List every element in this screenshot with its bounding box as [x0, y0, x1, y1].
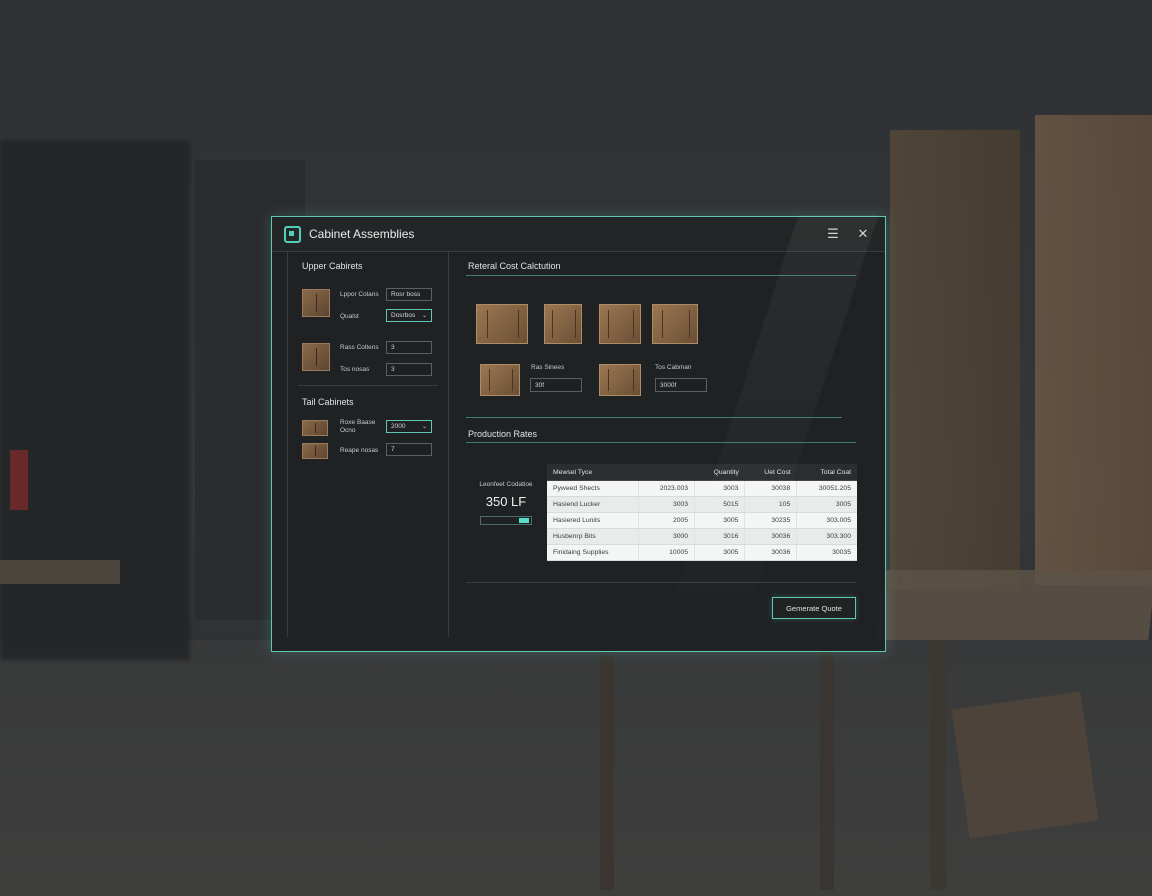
cell: 105	[744, 496, 797, 513]
cell: 3003	[694, 480, 745, 497]
table-row[interactable]: Pyweed Shects 2023.003 3003 30038 30051.…	[547, 480, 857, 497]
divider	[466, 417, 842, 418]
cabinet-types-panel: Upper Cabirets Lppor Colans Rosr boss Qu…	[287, 251, 449, 637]
material-cost-table: Mewsel Tyce Quantity Uet Cost Total Coat…	[547, 464, 857, 561]
cell: 2005	[638, 512, 695, 529]
base-columns-input[interactable]: 3	[386, 341, 432, 354]
column-header: Quantity	[694, 464, 745, 481]
divider	[466, 582, 856, 583]
cell: 5015	[694, 496, 745, 513]
column-header: Mewsel Tyce	[547, 464, 639, 481]
cell: 303.005	[796, 512, 857, 529]
table-row[interactable]: Hasiend Lucker 3003 5015 105 3005	[547, 496, 857, 513]
table-row[interactable]: Hasiered Lunits 2005 3005 30235 303.005	[547, 512, 857, 529]
cell: 3003	[638, 496, 695, 513]
cell: Finidaing Supplies	[547, 544, 639, 561]
cabinet-thumbnail	[302, 443, 328, 459]
production-rates-heading: Production Rates	[468, 429, 538, 439]
base-cabinet-item[interactable]	[302, 343, 330, 371]
cell: 30235	[744, 512, 797, 529]
field-label: Ras Sinees	[531, 364, 565, 371]
field-label: Reape nosas	[340, 447, 379, 454]
tall-cabinet-item[interactable]	[302, 443, 328, 459]
window-title: Cabinet Assemblies	[309, 227, 415, 241]
cell: 10005	[638, 544, 695, 561]
field-label: Rass Coltens	[340, 344, 379, 351]
tall-base-select[interactable]: 2000 ⌄	[386, 420, 432, 433]
upper-cabinets-heading: Upper Cabirets	[302, 261, 363, 271]
linear-feet-summary: Leonfeet Codatioe 350 LF	[461, 481, 551, 525]
linear-feet-label: Leonfeet Codatioe	[479, 481, 533, 488]
tall-cabinet-input[interactable]: 3000f	[655, 378, 707, 392]
cabinet-option-image[interactable]	[476, 304, 528, 344]
linear-feet-value: 350 LF	[485, 494, 527, 509]
cell: Husbenrp Bits	[547, 528, 639, 545]
generate-quote-button[interactable]: Gemerate Quote	[772, 597, 856, 619]
cell: 3005	[796, 496, 857, 513]
field-label: Tos Cabman	[655, 364, 692, 371]
cell: 3005	[694, 544, 745, 561]
base-sizes-input[interactable]: 30f	[530, 378, 582, 392]
cell: 303.300	[796, 528, 857, 545]
cell: Pyweed Shects	[547, 480, 639, 497]
cell: 30038	[744, 480, 797, 497]
cabinet-thumbnail	[302, 289, 330, 317]
field-label: Roxe Baase Ocno	[340, 419, 376, 434]
cell: 30036	[744, 528, 797, 545]
top-noses-input[interactable]: 3	[386, 363, 432, 376]
cabinet-thumbnail	[302, 420, 328, 436]
chevron-down-icon: ⌄	[421, 424, 427, 430]
cabinet-thumbnail	[302, 343, 330, 371]
quality-select-value: Dosrbos	[391, 312, 416, 319]
divider	[298, 385, 438, 386]
linear-feet-progress	[480, 516, 532, 525]
column-header: Total Coat	[796, 464, 857, 481]
cost-calculation-heading: Reteral Cost Calctution	[468, 261, 561, 271]
tall-cabinets-heading: Tail Cabinets	[302, 397, 354, 407]
calculation-area: Reteral Cost Calctution Ras Sinees 30f T…	[449, 251, 870, 637]
window-body: Upper Cabirets Lppor Colans Rosr boss Qu…	[287, 251, 870, 637]
upper-cabinet-item[interactable]	[302, 289, 330, 317]
divider	[466, 442, 856, 443]
cell: 2023.003	[638, 480, 695, 497]
cell: Hasiered Lunits	[547, 512, 639, 529]
cell: 30051.205	[796, 480, 857, 497]
upper-columns-input[interactable]: Rosr boss	[386, 288, 432, 301]
cabinet-option-image[interactable]	[544, 304, 582, 344]
divider	[466, 275, 856, 276]
cell: 3000	[638, 528, 695, 545]
field-label: Qualst	[340, 313, 359, 320]
hamburger-icon[interactable]: ☰	[823, 224, 843, 244]
quality-select[interactable]: Dosrbos ⌄	[386, 309, 432, 322]
table-header-row: Mewsel Tyce Quantity Uet Cost Total Coat	[547, 464, 857, 481]
field-label: Lppor Colans	[340, 291, 379, 298]
cell: 30035	[796, 544, 857, 561]
cabinet-assemblies-window: Cabinet Assemblies ☰ ✕ Upper Cabirets Lp…	[271, 215, 886, 655]
app-logo-icon	[284, 225, 301, 243]
cabinet-option-image[interactable]	[599, 364, 641, 396]
cabinet-option-image[interactable]	[599, 304, 641, 344]
table-row[interactable]: Husbenrp Bits 3000 3016 30036 303.300	[547, 528, 857, 545]
cabinet-option-image[interactable]	[480, 364, 520, 396]
cell: 30036	[744, 544, 797, 561]
cabinet-option-image[interactable]	[652, 304, 698, 344]
close-icon[interactable]: ✕	[853, 224, 873, 244]
chevron-down-icon: ⌄	[421, 313, 427, 319]
table-row[interactable]: Finidaing Supplies 10005 3005 30036 3003…	[547, 544, 857, 561]
cell: 3016	[694, 528, 745, 545]
field-label: Tos nosas	[340, 366, 370, 373]
cell: Hasiend Lucker	[547, 496, 639, 513]
tall-cabinet-item[interactable]	[302, 420, 328, 436]
tall-noses-input[interactable]: 7	[386, 443, 432, 456]
tall-base-select-value: 2000	[391, 423, 406, 430]
titlebar: Cabinet Assemblies ☰ ✕	[272, 217, 885, 252]
cell: 3005	[694, 512, 745, 529]
column-header: Uet Cost	[744, 464, 797, 481]
